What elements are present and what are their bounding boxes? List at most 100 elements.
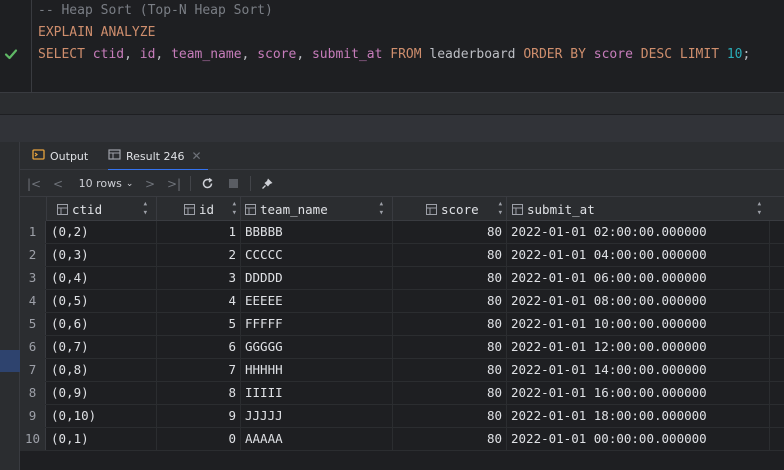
last-page-icon[interactable]: >| — [166, 170, 182, 197]
sort-icon[interactable]: ▴ ▾ — [143, 200, 148, 218]
first-page-icon[interactable]: |< — [26, 170, 42, 197]
cell-submit-at[interactable]: 2022-01-01 16:00:00.000000 — [507, 382, 770, 404]
cell-ctid[interactable]: (0,2) — [47, 221, 157, 243]
column-header-submit-at[interactable]: submit_at ▴ ▾ — [507, 197, 770, 221]
cell-score[interactable]: 80 — [393, 313, 507, 335]
cell-ctid[interactable]: (0,8) — [47, 359, 157, 381]
cell-submit-at[interactable]: 2022-01-01 06:00:00.000000 — [507, 267, 770, 289]
row-number[interactable]: 5 — [20, 313, 46, 335]
table-row[interactable]: 10 (0,1) 0 AAAAA 80 2022-01-01 00:00:00.00000… — [20, 428, 784, 451]
cell-id[interactable]: 3 — [157, 267, 241, 289]
panel-splitter[interactable] — [0, 114, 784, 142]
table-row[interactable]: 3 (0,4) 3 DDDDD 80 2022-01-01 06:00:00.000000 — [20, 267, 784, 290]
column-header-ctid[interactable]: ctid ▴ ▾ — [47, 197, 157, 221]
cell-team-name[interactable]: JJJJJ — [241, 405, 393, 427]
cell-team-name[interactable]: FFFFF — [241, 313, 393, 335]
cell-ctid[interactable]: (0,3) — [47, 244, 157, 266]
row-number[interactable]: 7 — [20, 359, 46, 381]
cell-team-name[interactable]: EEEEE — [241, 290, 393, 312]
column-header-team-name[interactable]: team_name ▴ ▾ — [241, 197, 393, 221]
row-number[interactable]: 6 — [20, 336, 46, 358]
cell-score[interactable]: 80 — [393, 428, 507, 450]
tab-result[interactable]: Result 246 ✕ — [108, 142, 208, 171]
cell-id[interactable]: 6 — [157, 336, 241, 358]
cell-submit-at[interactable]: 2022-01-01 00:00:00.000000 — [507, 428, 770, 450]
sort-icon[interactable]: ▴ ▾ — [379, 200, 384, 218]
table-row[interactable]: 1 (0,2) 1 BBBBB 80 2022-01-01 02:00:00.000000 — [20, 221, 784, 244]
cell-score[interactable]: 80 — [393, 221, 507, 243]
cell-id[interactable]: 9 — [157, 405, 241, 427]
table-row[interactable]: 6 (0,7) 6 GGGGG 80 2022-01-01 12:00:00.000000 — [20, 336, 784, 359]
previous-page-icon[interactable]: < — [50, 170, 66, 197]
column-header-score[interactable]: score ▴ ▾ — [393, 197, 507, 221]
tab-output[interactable]: Output — [32, 142, 88, 170]
editor-horizontal-scrollbar[interactable] — [0, 92, 784, 114]
cell-team-name[interactable]: BBBBB — [241, 221, 393, 243]
row-number[interactable]: 2 — [20, 244, 46, 266]
cell-submit-at[interactable]: 2022-01-01 02:00:00.000000 — [507, 221, 770, 243]
sort-icon[interactable]: ▴ ▾ — [232, 200, 237, 218]
cell-id[interactable]: 8 — [157, 382, 241, 404]
cell-id[interactable]: 5 — [157, 313, 241, 335]
cell-ctid[interactable]: (0,10) — [47, 405, 157, 427]
table-row[interactable]: 5 (0,6) 5 FFFFF 80 2022-01-01 10:00:00.000000 — [20, 313, 784, 336]
chevron-down-icon: ⌄ — [125, 178, 134, 189]
cell-id[interactable]: 4 — [157, 290, 241, 312]
refresh-icon[interactable] — [198, 170, 216, 197]
cell-submit-at[interactable]: 2022-01-01 04:00:00.000000 — [507, 244, 770, 266]
cell-id[interactable]: 1 — [157, 221, 241, 243]
cell-team-name[interactable]: HHHHH — [241, 359, 393, 381]
sql-editor[interactable]: -- Heap Sort (Top-N Heap Sort) EXPLAIN A… — [0, 0, 784, 92]
cell-score[interactable]: 80 — [393, 336, 507, 358]
row-number[interactable]: 9 — [20, 405, 46, 427]
cell-submit-at[interactable]: 2022-01-01 10:00:00.000000 — [507, 313, 770, 335]
page-size-dropdown[interactable]: 10 rows ⌄ — [74, 170, 138, 197]
cell-ctid[interactable]: (0,9) — [47, 382, 157, 404]
cell-team-name[interactable]: GGGGG — [241, 336, 393, 358]
cell-team-name[interactable]: DDDDD — [241, 267, 393, 289]
column-icon — [184, 203, 195, 215]
cell-id[interactable]: 2 — [157, 244, 241, 266]
cell-score[interactable]: 80 — [393, 267, 507, 289]
cell-score[interactable]: 80 — [393, 359, 507, 381]
cell-submit-at[interactable]: 2022-01-01 18:00:00.000000 — [507, 405, 770, 427]
cell-submit-at[interactable]: 2022-01-01 08:00:00.000000 — [507, 290, 770, 312]
row-number[interactable]: 1 — [20, 221, 46, 243]
table-row[interactable]: 8 (0,9) 8 IIIII 80 2022-01-01 16:00:00.000000 — [20, 382, 784, 405]
row-number[interactable]: 4 — [20, 290, 46, 312]
close-icon[interactable]: ✕ — [191, 149, 201, 163]
cell-id[interactable]: 0 — [157, 428, 241, 450]
table-row[interactable]: 9 (0,10) 9 JJJJJ 80 2022-01-01 18:00:00.00000… — [20, 405, 784, 428]
next-page-icon[interactable]: > — [142, 170, 158, 197]
cell-score[interactable]: 80 — [393, 405, 507, 427]
cell-ctid[interactable]: (0,6) — [47, 313, 157, 335]
cell-id[interactable]: 7 — [157, 359, 241, 381]
row-number-header — [20, 197, 47, 221]
row-number[interactable]: 3 — [20, 267, 46, 289]
pin-icon[interactable] — [258, 170, 276, 197]
table-row[interactable]: 7 (0,8) 7 HHHHH 80 2022-01-01 14:00:00.000000 — [20, 359, 784, 382]
stop-icon[interactable] — [224, 170, 242, 197]
row-number[interactable]: 8 — [20, 382, 46, 404]
cell-score[interactable]: 80 — [393, 382, 507, 404]
cell-submit-at[interactable]: 2022-01-01 12:00:00.000000 — [507, 336, 770, 358]
cell-team-name[interactable]: IIIII — [241, 382, 393, 404]
cell-submit-at[interactable]: 2022-01-01 14:00:00.000000 — [507, 359, 770, 381]
cell-ctid[interactable]: (0,7) — [47, 336, 157, 358]
sort-icon[interactable]: ▴ ▾ — [498, 200, 503, 218]
selected-tree-item-marker[interactable] — [0, 350, 20, 372]
cell-ctid[interactable]: (0,1) — [47, 428, 157, 450]
result-grid[interactable]: ctid ▴ ▾ id ▴ ▾ team_name ▴ ▾ score ▴ ▾ subm… — [20, 197, 784, 470]
table-icon — [108, 148, 121, 164]
cell-team-name[interactable]: CCCCC — [241, 244, 393, 266]
table-row[interactable]: 2 (0,3) 2 CCCCC 80 2022-01-01 04:00:00.000000 — [20, 244, 784, 267]
row-number[interactable]: 10 — [20, 428, 46, 450]
sort-icon[interactable]: ▴ ▾ — [757, 200, 762, 218]
cell-team-name[interactable]: AAAAA — [241, 428, 393, 450]
table-row[interactable]: 4 (0,5) 4 EEEEE 80 2022-01-01 08:00:00.000000 — [20, 290, 784, 313]
cell-ctid[interactable]: (0,5) — [47, 290, 157, 312]
cell-ctid[interactable]: (0,4) — [47, 267, 157, 289]
column-header-id[interactable]: id ▴ ▾ — [157, 197, 241, 221]
cell-score[interactable]: 80 — [393, 290, 507, 312]
cell-score[interactable]: 80 — [393, 244, 507, 266]
